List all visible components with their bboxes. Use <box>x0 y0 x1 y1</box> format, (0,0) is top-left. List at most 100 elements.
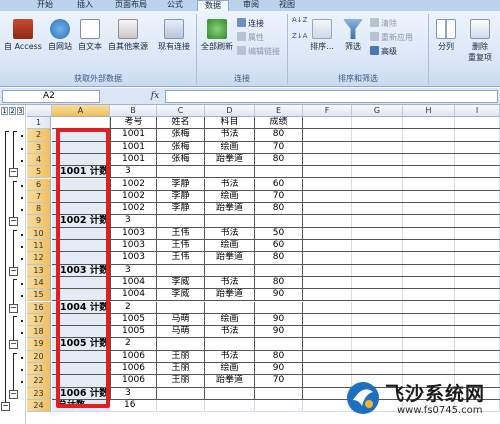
cell-h[interactable] <box>403 203 455 215</box>
cell-b[interactable]: 16 <box>110 399 157 412</box>
cell-e[interactable] <box>255 387 303 399</box>
cell-c[interactable]: 王伟 <box>157 252 205 264</box>
cell-i[interactable] <box>455 338 500 350</box>
cell-c[interactable]: 王丽 <box>157 350 205 362</box>
cell-h[interactable] <box>403 326 455 338</box>
cell-c[interactable]: 王丽 <box>157 363 205 375</box>
outline-collapse-button[interactable]: − <box>9 303 18 313</box>
outline-collapse-button[interactable]: − <box>1 401 10 411</box>
row-header[interactable]: 12 <box>27 252 51 265</box>
row-header[interactable]: 6 <box>27 178 51 191</box>
row-header[interactable]: 13 <box>27 264 51 277</box>
cell-c[interactable]: 马萌 <box>157 313 205 326</box>
cell-d[interactable] <box>205 338 255 350</box>
cell-h[interactable] <box>403 117 455 129</box>
cell-c[interactable]: 李威 <box>157 289 205 301</box>
cell-d[interactable] <box>205 215 255 227</box>
column-header-e[interactable]: E <box>255 105 303 117</box>
cell-d[interactable]: 跆拳道 <box>205 289 255 301</box>
cell-d[interactable] <box>205 399 255 412</box>
cell-c[interactable] <box>157 166 205 178</box>
cell-f[interactable] <box>303 240 352 252</box>
cell-b[interactable]: 1003 <box>110 252 157 264</box>
column-header-h[interactable]: H <box>403 105 455 117</box>
column-title-c[interactable]: 姓名 <box>157 117 205 129</box>
cell-g[interactable] <box>352 326 403 338</box>
column-title-b[interactable]: 考号 <box>110 117 157 129</box>
cell-i[interactable] <box>455 313 500 326</box>
row-header[interactable]: 11 <box>27 240 51 253</box>
cell-e[interactable]: 90 <box>255 289 303 301</box>
cell-c[interactable] <box>157 301 205 313</box>
insert-function-button[interactable]: fx <box>148 90 162 103</box>
outline-level-3-button[interactable]: 3 <box>17 107 24 115</box>
cell-d[interactable]: 跆拳道 <box>205 203 255 215</box>
cell-e[interactable]: 70 <box>255 190 303 203</box>
cell-g[interactable] <box>352 141 403 153</box>
column-header-f[interactable]: F <box>303 105 352 117</box>
cell-b[interactable]: 3 <box>110 387 157 399</box>
cell-b[interactable]: 1004 <box>110 289 157 301</box>
cell-b[interactable]: 1001 <box>110 153 157 166</box>
cell-d[interactable]: 绘画 <box>205 313 255 326</box>
outline-level-1-button[interactable]: 1 <box>1 107 8 115</box>
cell-a[interactable] <box>52 117 110 129</box>
column-title-e[interactable]: 成绩 <box>255 117 303 129</box>
row-header[interactable]: 4 <box>27 153 51 167</box>
cell-f[interactable] <box>303 178 352 190</box>
cell-b[interactable]: 1001 <box>110 141 157 153</box>
cell-i[interactable] <box>455 252 500 264</box>
existing-connections-button[interactable]: 现有连接 <box>155 19 193 52</box>
sort-ascending-button[interactable]: A↓Z <box>292 17 307 24</box>
cell-e[interactable]: 70 <box>255 375 303 387</box>
cell-f[interactable] <box>303 190 352 203</box>
cell-h[interactable] <box>403 129 455 141</box>
cell-d[interactable]: 书法 <box>205 350 255 362</box>
cell-e[interactable]: 70 <box>255 141 303 153</box>
row-header[interactable]: 1 <box>27 117 51 130</box>
connections-button[interactable]: 连接 <box>237 18 264 29</box>
cell-c[interactable] <box>157 215 205 227</box>
cell-h[interactable] <box>403 338 455 350</box>
outline-collapse-button[interactable]: − <box>9 217 18 227</box>
cell-e[interactable]: 50 <box>255 227 303 239</box>
cell-i[interactable] <box>455 264 500 276</box>
cell-e[interactable]: 90 <box>255 313 303 326</box>
cell-e[interactable] <box>255 399 303 412</box>
cell-d[interactable]: 绘画 <box>205 363 255 375</box>
cell-g[interactable] <box>352 313 403 326</box>
cell-c[interactable]: 马萌 <box>157 326 205 338</box>
cell-e[interactable]: 80 <box>255 252 303 264</box>
advanced-filter-button[interactable]: 高级 <box>370 46 397 57</box>
cell-e[interactable]: 80 <box>255 203 303 215</box>
sort-descending-button[interactable]: Z↓A <box>292 33 307 40</box>
reapply-button[interactable]: 重新应用 <box>370 32 413 43</box>
row-header[interactable]: 14 <box>27 276 51 290</box>
refresh-all-button[interactable]: 全部刷新 <box>199 19 235 52</box>
cell-d[interactable]: 书法 <box>205 227 255 239</box>
cell-d[interactable] <box>205 166 255 178</box>
outline-level-2-button[interactable]: 2 <box>9 107 16 115</box>
cell-c[interactable]: 王伟 <box>157 240 205 252</box>
cell-i[interactable] <box>455 227 500 239</box>
cell-d[interactable]: 书法 <box>205 276 255 289</box>
cell-c[interactable]: 张梅 <box>157 141 205 153</box>
row-header[interactable]: 22 <box>27 375 51 388</box>
clear-filter-button[interactable]: 清除 <box>370 18 397 29</box>
cell-d[interactable] <box>205 301 255 313</box>
cell-g[interactable] <box>352 289 403 301</box>
cell-b[interactable]: 1002 <box>110 190 157 203</box>
cell-b[interactable]: 1001 <box>110 129 157 141</box>
cell-i[interactable] <box>455 117 500 129</box>
tab-data[interactable]: 数据 <box>197 0 229 11</box>
cell-b[interactable]: 3 <box>110 166 157 178</box>
cell-e[interactable]: 80 <box>255 350 303 362</box>
cell-h[interactable] <box>403 252 455 264</box>
cell-b[interactable]: 1003 <box>110 240 157 252</box>
column-header-c[interactable]: C <box>157 105 205 117</box>
cell-h[interactable] <box>403 141 455 153</box>
row-header[interactable]: 20 <box>27 350 51 363</box>
outline-collapse-button[interactable]: − <box>9 266 18 276</box>
cell-h[interactable] <box>403 166 455 178</box>
row-header[interactable]: 21 <box>27 363 51 376</box>
